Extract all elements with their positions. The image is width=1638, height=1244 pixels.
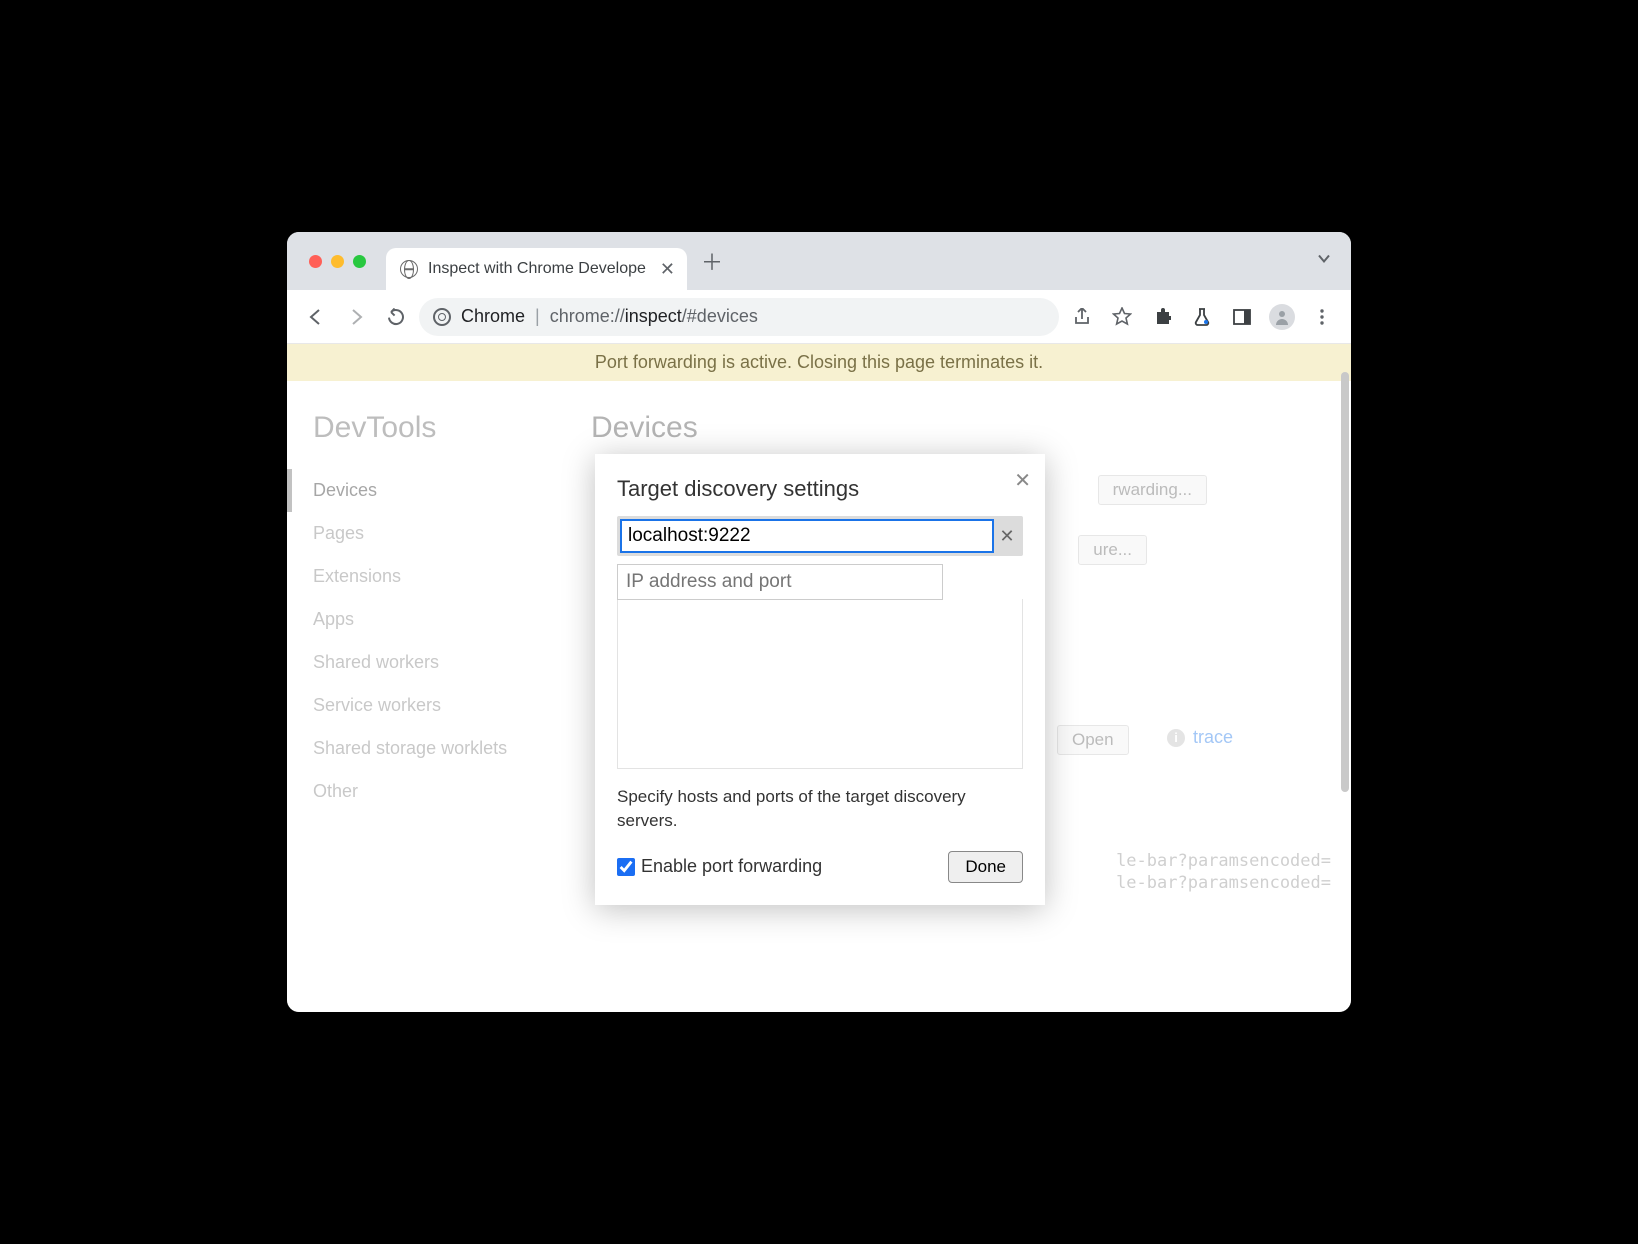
tab-active[interactable]: Inspect with Chrome Develope ✕ [386, 248, 687, 290]
address-bar: Chrome | chrome://inspect/#devices [287, 290, 1351, 344]
info-icon: i [1167, 729, 1185, 747]
address-input[interactable]: Chrome | chrome://inspect/#devices [419, 298, 1059, 336]
profile-avatar[interactable] [1265, 300, 1299, 334]
menu-icon[interactable] [1305, 300, 1339, 334]
sidepanel-icon[interactable] [1225, 300, 1259, 334]
sidebar-item-apps[interactable]: Apps [287, 598, 567, 641]
window-controls [309, 255, 366, 268]
sidebar: DevTools Devices Pages Extensions Apps S… [287, 381, 567, 1012]
close-tab-icon[interactable]: ✕ [660, 259, 675, 280]
sidebar-item-devices[interactable]: Devices [287, 469, 567, 512]
main-heading: Devices [591, 411, 1327, 445]
new-target-input[interactable] [617, 564, 943, 600]
modal-footer: Enable port forwarding Done [617, 851, 1023, 883]
trace-link[interactable]: i trace [1167, 727, 1233, 748]
modal-title: Target discovery settings [617, 476, 1023, 502]
checkbox-label: Enable port forwarding [641, 856, 822, 877]
sidebar-item-shared-workers[interactable]: Shared workers [287, 641, 567, 684]
globe-icon [400, 260, 418, 278]
remove-target-icon[interactable]: ✕ [994, 526, 1020, 547]
minimize-window-icon[interactable] [331, 255, 344, 268]
target-discovery-modal: ✕ Target discovery settings ✕ Specify ho… [595, 454, 1045, 905]
sidebar-item-shared-storage-worklets[interactable]: Shared storage worklets [287, 727, 567, 770]
maximize-window-icon[interactable] [353, 255, 366, 268]
forward-button[interactable] [339, 300, 373, 334]
sidebar-item-pages[interactable]: Pages [287, 512, 567, 555]
sidebar-title: DevTools [287, 411, 567, 469]
target-list-empty-area [617, 599, 1023, 769]
new-tab-button[interactable]: ＋ [701, 245, 723, 277]
target-row: ✕ [617, 516, 1023, 556]
close-modal-icon[interactable]: ✕ [1014, 468, 1031, 493]
port-forwarding-banner: Port forwarding is active. Closing this … [287, 344, 1351, 381]
labs-icon[interactable] [1185, 300, 1219, 334]
done-button[interactable]: Done [948, 851, 1023, 883]
bg-text-2: le-bar?paramsencoded= [1116, 873, 1331, 893]
browser-window: Inspect with Chrome Develope ✕ ＋ Chrome … [287, 232, 1351, 1012]
extensions-icon[interactable] [1145, 300, 1179, 334]
addr-label: Chrome [461, 306, 525, 327]
tab-bar: Inspect with Chrome Develope ✕ ＋ [287, 232, 1351, 290]
addr-url: chrome://inspect/#devices [550, 306, 758, 327]
sidebar-item-extensions[interactable]: Extensions [287, 555, 567, 598]
scrollbar[interactable] [1341, 372, 1349, 792]
addr-sep: | [535, 306, 540, 327]
enable-port-forwarding-row[interactable]: Enable port forwarding [617, 856, 822, 877]
open-button[interactable]: Open [1057, 725, 1129, 755]
tabs-dropdown-icon[interactable] [1317, 252, 1331, 271]
port-forwarding-button[interactable]: rwarding... [1098, 475, 1207, 505]
enable-port-forwarding-checkbox[interactable] [617, 858, 635, 876]
back-button[interactable] [299, 300, 333, 334]
share-icon[interactable] [1065, 300, 1099, 334]
chrome-icon [433, 308, 451, 326]
configure-button[interactable]: ure... [1078, 535, 1147, 565]
reload-button[interactable] [379, 300, 413, 334]
tabs: Inspect with Chrome Develope ✕ [386, 232, 687, 290]
new-target-row [617, 564, 1023, 600]
modal-help-text: Specify hosts and ports of the target di… [617, 785, 1023, 833]
target-input[interactable] [620, 519, 994, 553]
tab-title: Inspect with Chrome Develope [428, 260, 646, 278]
sidebar-item-service-workers[interactable]: Service workers [287, 684, 567, 727]
bg-text-1: le-bar?paramsencoded= [1116, 851, 1331, 871]
bookmark-icon[interactable] [1105, 300, 1139, 334]
sidebar-item-other[interactable]: Other [287, 770, 567, 813]
close-window-icon[interactable] [309, 255, 322, 268]
